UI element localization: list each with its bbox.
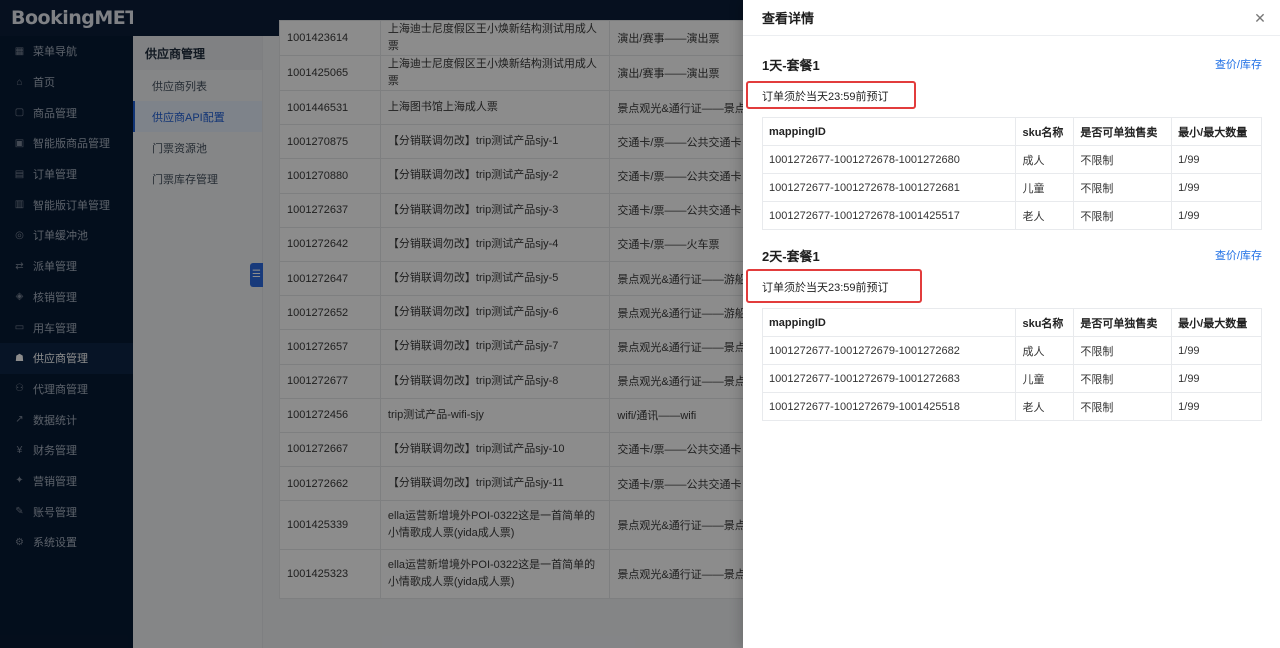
quantity-cell: 1/99 — [1171, 201, 1262, 230]
booking-rule: 订单须於当天23:59前预订 — [762, 282, 889, 294]
col-single-sale: 是否可单独售卖 — [1073, 117, 1173, 146]
drawer-mask[interactable] — [0, 0, 743, 648]
single-sale-cell: 不限制 — [1073, 336, 1173, 365]
col-mapping-id: mappingID — [761, 308, 1017, 337]
sku-row: 1001272677-1001272678-1001425517 老人 不限制 1/9… — [761, 201, 1262, 230]
col-sku-name: sku名称 — [1015, 117, 1075, 146]
package-section: 2天-套餐1 查价/库存 订单须於当天23:59前预订 mappingID sk… — [746, 246, 1262, 426]
price-stock-link[interactable]: 查价/库存 — [1215, 247, 1262, 263]
detail-drawer: 查看详情 ✕ 1天-套餐1 查价/库存 订单须於当天23:59前预订 mappi… — [743, 0, 1280, 648]
sku-name-cell: 儿童 — [1015, 173, 1075, 202]
single-sale-cell: 不限制 — [1073, 364, 1173, 393]
sku-row: 1001272677-1001272679-1001272683 儿童 不限制 1/9… — [761, 364, 1262, 393]
col-min-max-qty: 最小/最大数量 — [1171, 308, 1262, 337]
package-title: 2天-套餐1 — [762, 249, 820, 264]
mapping-id-cell: 1001272677-1001272679-1001272683 — [761, 364, 1017, 393]
mapping-id-cell: 1001272677-1001272679-1001425518 — [761, 392, 1017, 421]
package-title: 1天-套餐1 — [762, 58, 820, 73]
single-sale-cell: 不限制 — [1073, 392, 1173, 421]
mapping-id-cell: 1001272677-1001272678-1001425517 — [761, 201, 1017, 230]
single-sale-cell: 不限制 — [1073, 173, 1173, 202]
mapping-id-cell: 1001272677-1001272678-1001272680 — [761, 145, 1017, 174]
sku-name-cell: 老人 — [1015, 201, 1075, 230]
quantity-cell: 1/99 — [1171, 173, 1262, 202]
col-sku-name: sku名称 — [1015, 308, 1075, 337]
package-section: 1天-套餐1 查价/库存 订单须於当天23:59前预订 mappingID sk… — [746, 55, 1262, 235]
sku-name-cell: 成人 — [1015, 336, 1075, 365]
col-min-max-qty: 最小/最大数量 — [1171, 117, 1262, 146]
sku-table: mappingID sku名称 是否可单独售卖 最小/最大数量 10012726… — [761, 308, 1262, 421]
sku-row: 1001272677-1001272678-1001272681 儿童 不限制 1/9… — [761, 173, 1262, 202]
sku-row: 1001272677-1001272679-1001272682 成人 不限制 1/9… — [761, 336, 1262, 365]
quantity-cell: 1/99 — [1171, 364, 1262, 393]
col-mapping-id: mappingID — [761, 117, 1017, 146]
col-single-sale: 是否可单独售卖 — [1073, 308, 1173, 337]
booking-rule: 订单须於当天23:59前预订 — [762, 91, 889, 103]
drawer-header: 查看详情 — [743, 0, 1280, 36]
sku-row: 1001272677-1001272679-1001425518 老人 不限制 1/9… — [761, 392, 1262, 421]
single-sale-cell: 不限制 — [1073, 201, 1173, 230]
mapping-id-cell: 1001272677-1001272678-1001272681 — [761, 173, 1017, 202]
sku-name-cell: 儿童 — [1015, 364, 1075, 393]
close-icon[interactable]: ✕ — [1254, 11, 1266, 25]
quantity-cell: 1/99 — [1171, 336, 1262, 365]
quantity-cell: 1/99 — [1171, 145, 1262, 174]
mapping-id-cell: 1001272677-1001272679-1001272682 — [761, 336, 1017, 365]
quantity-cell: 1/99 — [1171, 392, 1262, 421]
drawer-title: 查看详情 — [762, 11, 815, 26]
sku-name-cell: 老人 — [1015, 392, 1075, 421]
price-stock-link[interactable]: 查价/库存 — [1215, 56, 1262, 72]
single-sale-cell: 不限制 — [1073, 145, 1173, 174]
sku-name-cell: 成人 — [1015, 145, 1075, 174]
sku-row: 1001272677-1001272678-1001272680 成人 不限制 1/9… — [761, 145, 1262, 174]
sku-table: mappingID sku名称 是否可单独售卖 最小/最大数量 10012726… — [761, 117, 1262, 230]
